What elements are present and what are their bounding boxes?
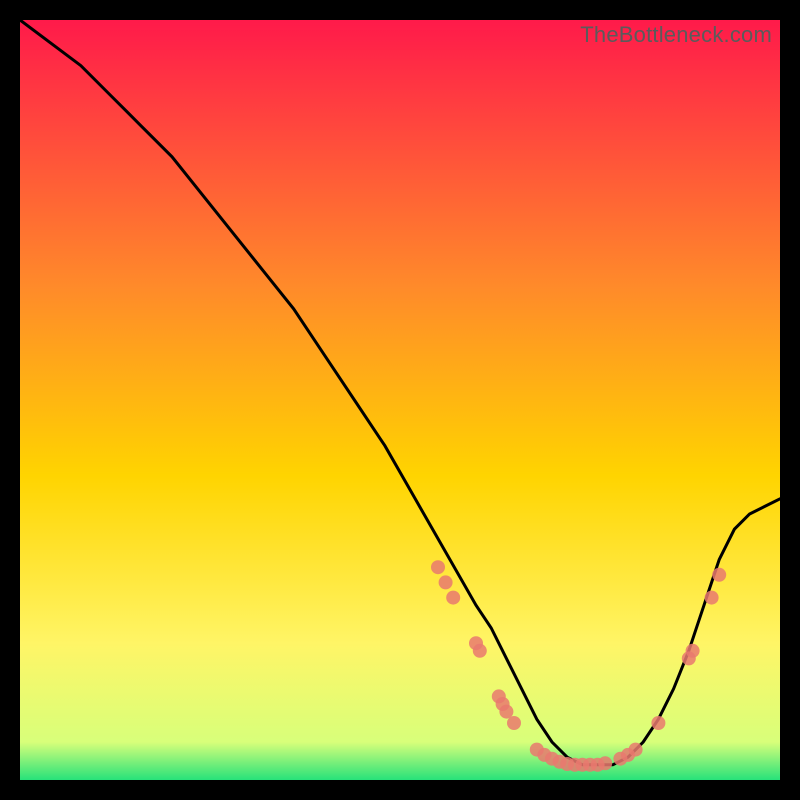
- data-marker: [686, 644, 700, 658]
- chart-frame: TheBottleneck.com: [20, 20, 780, 780]
- data-marker: [651, 716, 665, 730]
- data-marker: [629, 743, 643, 757]
- data-marker: [598, 756, 612, 770]
- data-marker: [507, 716, 521, 730]
- data-marker: [499, 705, 513, 719]
- data-marker: [439, 575, 453, 589]
- data-marker: [473, 644, 487, 658]
- plot-area: [20, 20, 780, 780]
- chart-svg: [20, 20, 780, 780]
- data-marker: [712, 568, 726, 582]
- data-marker: [431, 560, 445, 574]
- data-marker: [446, 591, 460, 605]
- data-marker: [705, 591, 719, 605]
- watermark-text: TheBottleneck.com: [580, 22, 772, 48]
- heatmap-background: [20, 20, 780, 780]
